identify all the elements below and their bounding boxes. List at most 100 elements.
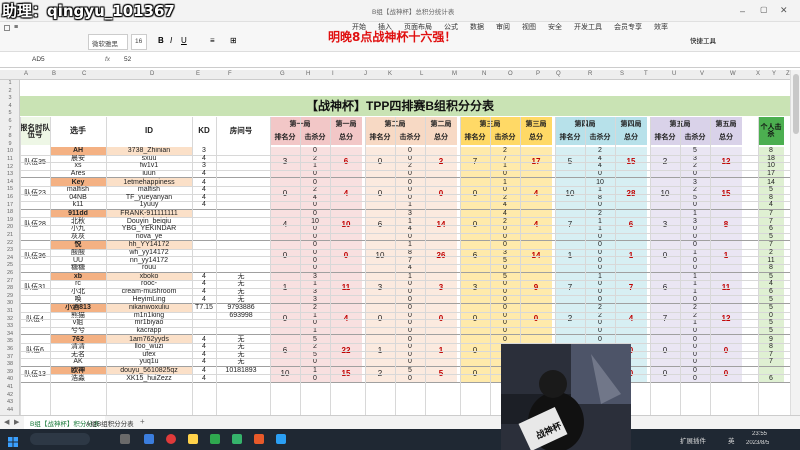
column-header-t[interactable]: T — [644, 71, 648, 77]
row-header-1[interactable]: 1 — [0, 80, 20, 86]
tab-nav-left-icon[interactable]: ◀ — [4, 418, 9, 426]
column-header-s[interactable]: S — [620, 71, 624, 77]
quick-tools-button[interactable]: 快捷工具 — [690, 35, 716, 45]
scroll-thumb[interactable] — [793, 74, 799, 134]
formula-input[interactable]: 52 — [124, 56, 131, 63]
netease-icon[interactable] — [166, 434, 176, 444]
row-header-18[interactable]: 18 — [0, 209, 20, 215]
row-header-41[interactable]: 41 — [0, 384, 20, 390]
app-menu-icon[interactable] — [4, 25, 10, 31]
underline-icon[interactable]: U — [181, 36, 187, 45]
column-header-r[interactable]: R — [588, 71, 592, 77]
ime-indicator[interactable]: 英 — [728, 435, 735, 445]
row-header-7[interactable]: 7 — [0, 126, 20, 132]
column-header-m[interactable]: M — [452, 71, 457, 77]
column-header-h[interactable]: H — [306, 71, 310, 77]
row-header-42[interactable]: 42 — [0, 392, 20, 398]
column-header-x[interactable]: X — [756, 71, 760, 77]
row-header-30[interactable]: 30 — [0, 300, 20, 306]
column-header-n[interactable]: N — [482, 71, 486, 77]
menu-tab-6[interactable]: 视图 — [522, 22, 536, 31]
merge-cells-icon[interactable]: ⊞ — [230, 36, 237, 45]
column-header-i[interactable]: I — [332, 71, 334, 77]
bold-icon[interactable]: B — [158, 36, 164, 45]
row-header-26[interactable]: 26 — [0, 270, 20, 276]
windows-start-icon[interactable] — [8, 434, 18, 447]
name-box[interactable]: AD5 — [32, 56, 45, 63]
row-header-4[interactable]: 4 — [0, 103, 20, 109]
italic-icon[interactable]: I — [170, 36, 172, 45]
align-center-icon[interactable]: ≡ — [210, 36, 215, 45]
menu-tab-4[interactable]: 数据 — [470, 22, 484, 31]
row-header-3[interactable]: 3 — [0, 95, 20, 101]
column-header-e[interactable]: E — [196, 71, 200, 77]
row-header-23[interactable]: 23 — [0, 247, 20, 253]
column-header-d[interactable]: D — [150, 71, 154, 77]
row-header-29[interactable]: 29 — [0, 293, 20, 299]
clock-date[interactable]: 2023/8/5 — [746, 440, 769, 446]
row-header-16[interactable]: 16 — [0, 194, 20, 200]
sheet-tab-a-group[interactable]: A组B组积分分表 — [80, 416, 140, 430]
column-header-a[interactable]: A — [24, 71, 28, 77]
row-header-24[interactable]: 24 — [0, 255, 20, 261]
row-header-21[interactable]: 21 — [0, 232, 20, 238]
row-header-40[interactable]: 40 — [0, 376, 20, 382]
row-header-2[interactable]: 2 — [0, 88, 20, 94]
row-header-35[interactable]: 35 — [0, 338, 20, 344]
column-header-q[interactable]: Q — [556, 71, 561, 77]
column-header-y[interactable]: Y — [772, 71, 776, 77]
browser-icon[interactable] — [276, 434, 286, 444]
row-header-32[interactable]: 32 — [0, 316, 20, 322]
row-header-11[interactable]: 11 — [0, 156, 20, 162]
row-header-12[interactable]: 12 — [0, 164, 20, 170]
column-header-f[interactable]: F — [228, 71, 232, 77]
row-header-17[interactable]: 17 — [0, 202, 20, 208]
row-header-10[interactable]: 10 — [0, 148, 20, 154]
fx-icon[interactable]: fx — [105, 56, 110, 63]
row-header-28[interactable]: 28 — [0, 285, 20, 291]
extension-tray[interactable]: 扩展插件 — [680, 435, 706, 445]
column-header-l[interactable]: L — [420, 71, 423, 77]
row-header-39[interactable]: 39 — [0, 369, 20, 375]
row-header-5[interactable]: 5 — [0, 110, 20, 116]
row-header-37[interactable]: 37 — [0, 354, 20, 360]
steam-icon[interactable] — [144, 434, 154, 444]
spreadsheet-grid[interactable]: 【战神杯】TPP四排赛B组积分分表 报名时队伍号选手IDKD房间号第一局排名分击… — [20, 80, 790, 415]
task-view-icon[interactable] — [120, 434, 130, 444]
menu-tab-9[interactable]: 会员专享 — [614, 22, 642, 31]
row-header-15[interactable]: 15 — [0, 186, 20, 192]
vertical-scrollbar[interactable] — [790, 70, 800, 415]
row-header-43[interactable]: 43 — [0, 399, 20, 405]
column-header-o[interactable]: O — [508, 71, 513, 77]
row-header-44[interactable]: 44 — [0, 407, 20, 413]
app-icon[interactable] — [254, 434, 264, 444]
row-header-9[interactable]: 9 — [0, 141, 20, 147]
menu-tab-5[interactable]: 审阅 — [496, 22, 510, 31]
row-header-13[interactable]: 13 — [0, 171, 20, 177]
column-header-w[interactable]: W — [730, 71, 736, 77]
row-header-31[interactable]: 31 — [0, 308, 20, 314]
taskbar-search-input[interactable] — [30, 433, 90, 445]
add-sheet-icon[interactable]: + — [140, 417, 145, 426]
menu-tab-7[interactable]: 安全 — [548, 22, 562, 31]
menu-tab-10[interactable]: 效率 — [654, 22, 668, 31]
wps-icon[interactable] — [232, 434, 242, 444]
row-header-25[interactable]: 25 — [0, 262, 20, 268]
column-header-c[interactable]: C — [82, 71, 86, 77]
folder-icon[interactable] — [188, 434, 198, 444]
minimize-icon[interactable]: – — [740, 6, 745, 16]
row-header-8[interactable]: 8 — [0, 133, 20, 139]
font-name-select[interactable]: 微软雅黑 — [88, 34, 128, 50]
tab-nav-right-icon[interactable]: ▶ — [14, 418, 19, 426]
row-header-19[interactable]: 19 — [0, 217, 20, 223]
row-header-38[interactable]: 38 — [0, 361, 20, 367]
wechat-icon[interactable] — [210, 434, 220, 444]
column-header-g[interactable]: G — [280, 71, 285, 77]
column-header-u[interactable]: U — [672, 71, 676, 77]
row-header-27[interactable]: 27 — [0, 278, 20, 284]
column-header-j[interactable]: J — [364, 71, 367, 77]
row-header-36[interactable]: 36 — [0, 346, 20, 352]
maximize-icon[interactable]: ▢ — [760, 5, 768, 14]
close-icon[interactable]: ✕ — [780, 5, 788, 16]
font-size-select[interactable]: 16 — [131, 34, 147, 50]
